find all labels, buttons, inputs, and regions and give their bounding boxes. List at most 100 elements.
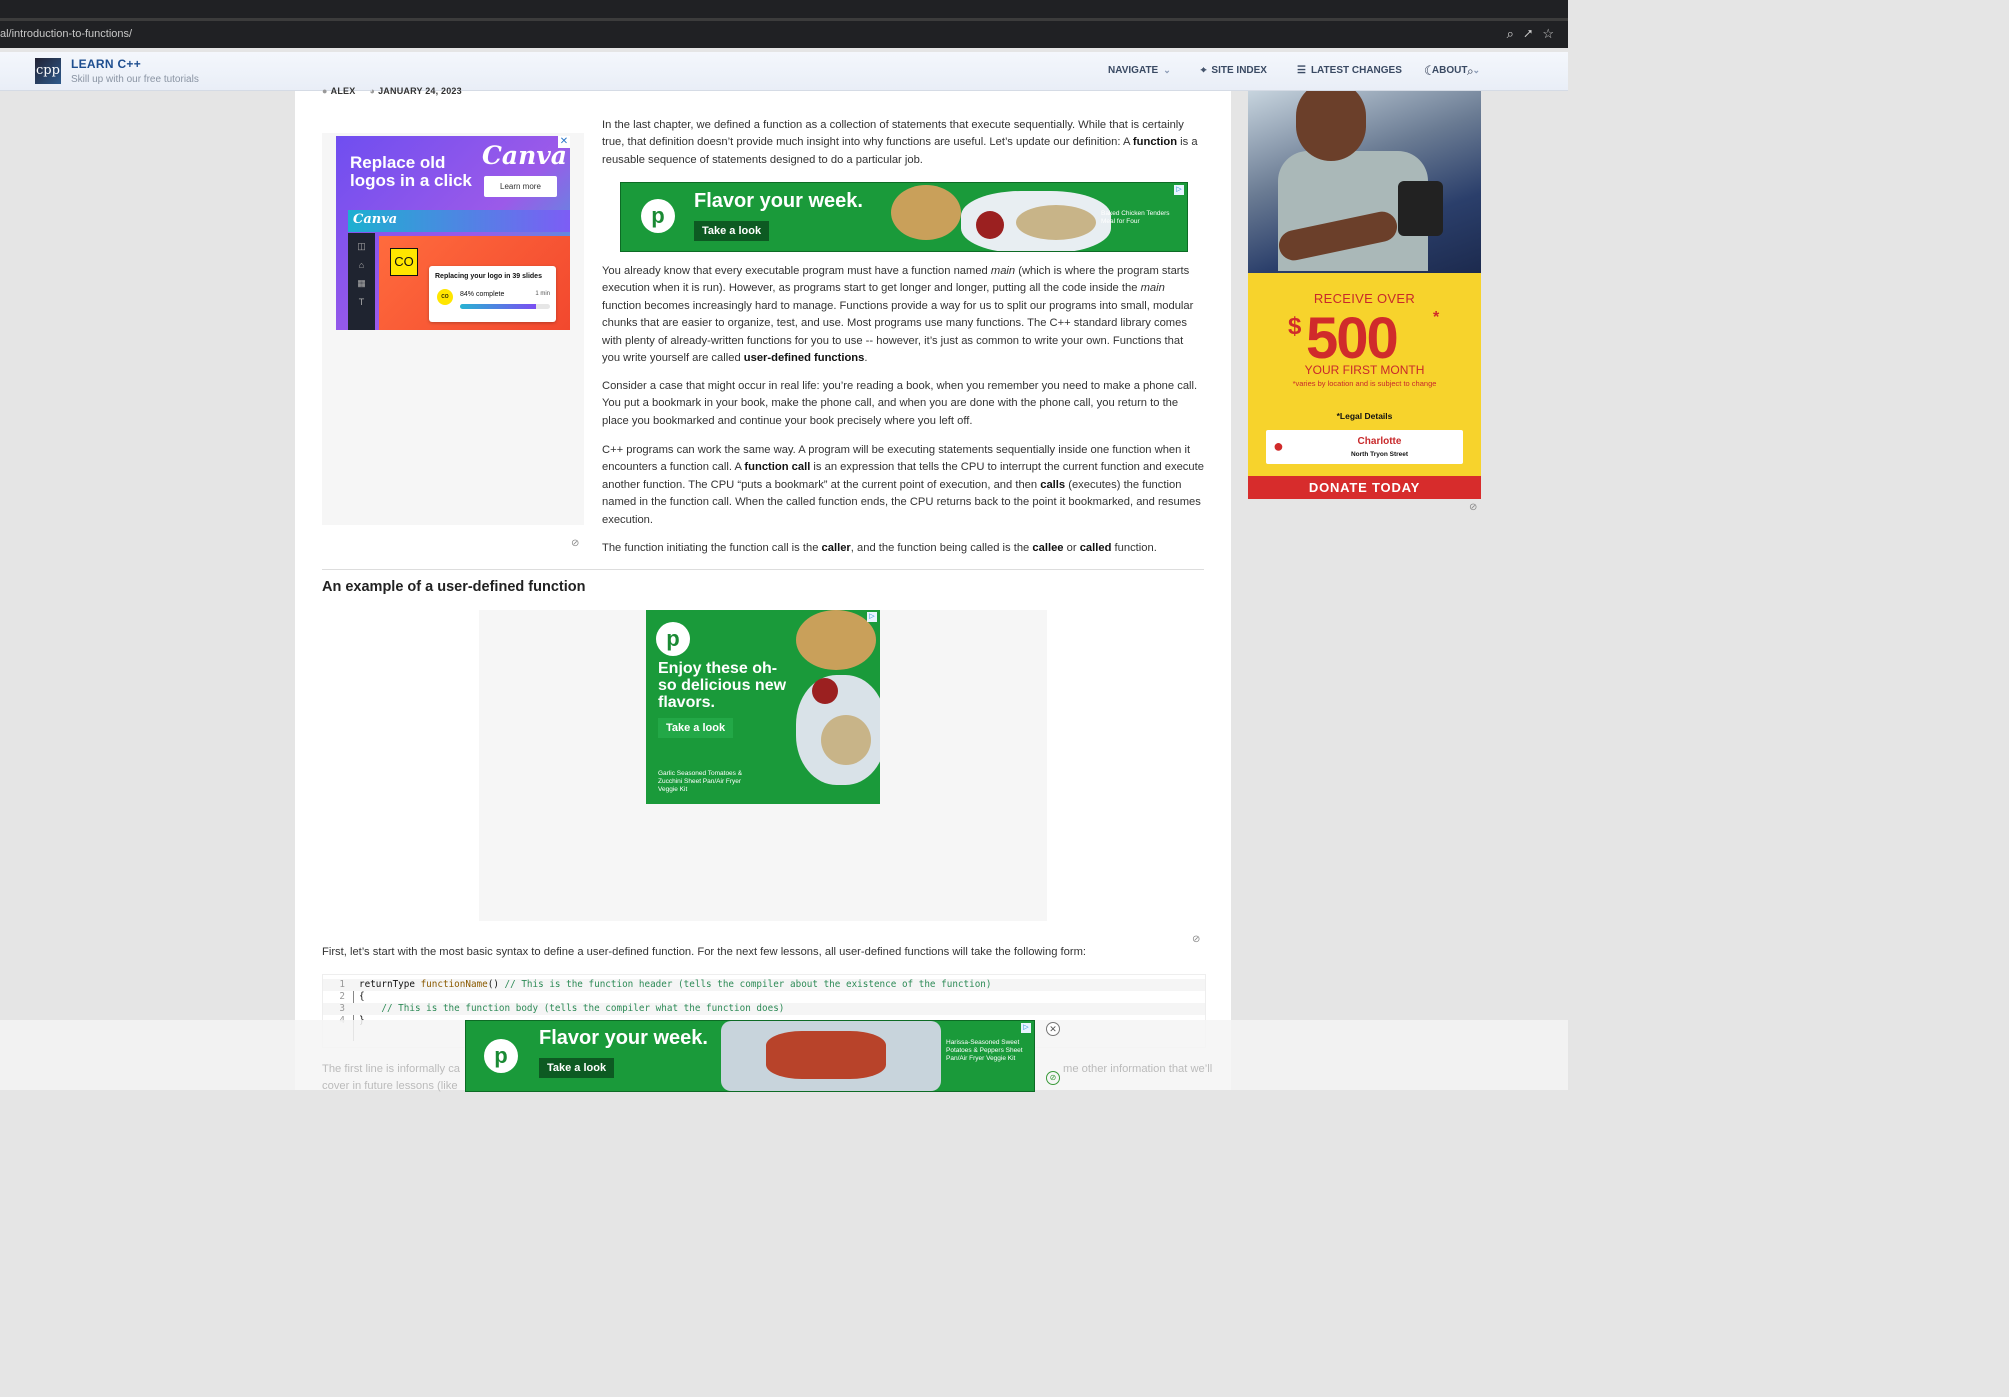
nav-navigate[interactable]: NAVIGATE ⌄: [1108, 65, 1171, 76]
post-date: ◕ JANUARY 24, 2023: [369, 86, 461, 96]
food-image: [766, 1031, 886, 1079]
close-icon[interactable]: ✕: [1046, 1022, 1060, 1036]
template-icon: ◫: [357, 241, 366, 251]
text-icon: T: [358, 297, 365, 307]
canva-co-logo: CO: [390, 248, 418, 276]
publix-banner-caption: Baked Chicken Tenders Meal for Four: [1101, 210, 1170, 225]
paragraph-2: You already know that every executable p…: [602, 265, 1194, 365]
nav-latest-changes[interactable]: ☰ LATEST CHANGES: [1297, 65, 1402, 76]
canva-ad[interactable]: Replace old logos in a click Canva Learn…: [336, 136, 570, 330]
food-image: [891, 185, 961, 240]
user-icon: ●: [322, 86, 328, 96]
publix-sticky-button[interactable]: Take a look: [539, 1058, 615, 1078]
donate-ad[interactable]: RECEIVE OVER $ 500 * YOUR FIRST MONTH *v…: [1248, 91, 1481, 499]
photo-shape: [1398, 181, 1443, 236]
faded-paragraph-right: me other information that we’ll: [1063, 1063, 1213, 1075]
canva-time: 1 min: [535, 291, 550, 297]
ad-close-icon[interactable]: ✕: [558, 136, 570, 148]
canva-card-logo-icon: co: [437, 289, 453, 305]
section-heading: An example of a user-defined function: [322, 579, 586, 595]
site-header: cpp LEARN C++ Skill up with our free tut…: [0, 52, 1568, 91]
publix-sticky-ad[interactable]: p Flavor your week. Take a look Harissa-…: [465, 1020, 1035, 1092]
publix-banner-ad[interactable]: p Flavor your week. Take a look Baked Ch…: [620, 182, 1188, 252]
canva-card-title: Replacing your logo in 39 slides: [435, 273, 542, 280]
nav-site-index-label: SITE INDEX: [1211, 65, 1267, 76]
ad-choices-icon[interactable]: ▷: [1021, 1023, 1031, 1033]
donate-location[interactable]: ● Charlotte North Tryon Street: [1266, 430, 1463, 464]
paragraph-5: The function initiating the function cal…: [602, 542, 1157, 554]
search-icon[interactable]: ⌕: [1507, 26, 1514, 42]
section-divider: [322, 569, 1204, 570]
site-brand[interactable]: LEARN C++: [71, 57, 141, 71]
publix-logo-icon: p: [641, 199, 675, 233]
code-line: 2{: [339, 991, 365, 1002]
publix-tall-ad[interactable]: p Enjoy these oh-so delicious new flavor…: [646, 610, 880, 804]
nav-navigate-label: NAVIGATE: [1108, 65, 1159, 76]
donate-legal-link[interactable]: *Legal Details: [1248, 411, 1481, 421]
donate-button[interactable]: DONATE TODAY: [1248, 476, 1481, 499]
canva-progress-fill: [460, 304, 536, 309]
paragraph-4: C++ programs can work the same way. A pr…: [602, 444, 1204, 526]
nav-latest-changes-label: LATEST CHANGES: [1310, 65, 1402, 76]
code-line: 1 returnType functionName() // This is th…: [323, 979, 1205, 991]
elements-icon: ▦: [357, 278, 366, 288]
canva-progress-bar: [460, 304, 550, 309]
canva-sidebar: ◫ ⌂ ▦ T: [348, 233, 375, 330]
ad-info-icon[interactable]: ⊘: [1046, 1071, 1060, 1085]
post-date-text: JANUARY 24, 2023: [378, 86, 462, 96]
address-bar[interactable]: al/introduction-to-functions/ ⌕ ⭧ ☆: [0, 21, 1568, 48]
article-content: ● ALEX ◕ JANUARY 24, 2023 Replace old logo…: [295, 86, 1231, 1090]
food-image: [1016, 205, 1096, 240]
site-tagline: Skill up with our free tutorials: [71, 74, 199, 85]
site-search-icon[interactable]: ⌕: [1467, 64, 1474, 79]
star-icon[interactable]: ☆: [1542, 26, 1554, 42]
ad-slot-left: Replace old logos in a click Canva Learn…: [322, 133, 584, 525]
donate-first-month: YOUR FIRST MONTH: [1304, 363, 1425, 377]
code-line: 3 // This is the function body (tells th…: [323, 1003, 1205, 1015]
list-icon: ☰: [1296, 65, 1306, 76]
publix-banner-title: Flavor your week.: [694, 190, 863, 212]
article-meta: ● ALEX ◕ JANUARY 24, 2023: [322, 86, 462, 96]
url-text[interactable]: al/introduction-to-functions/: [0, 28, 132, 40]
canva-wordmark: Canva: [353, 212, 398, 227]
ad-choices-icon[interactable]: ▷: [867, 612, 877, 622]
site-logo[interactable]: cpp: [35, 58, 61, 84]
location-pin-icon: ●: [1273, 436, 1284, 456]
author-name[interactable]: ALEX: [331, 86, 356, 96]
food-image: [821, 715, 871, 765]
canva-progress-card: Replacing your logo in 39 slides co 84% …: [429, 266, 556, 322]
share-icon[interactable]: ⭧: [1524, 26, 1532, 42]
intro-line: First, let’s start with the most basic s…: [322, 946, 1087, 958]
publix-tall-button[interactable]: Take a look: [658, 718, 734, 738]
paragraph-3: Consider a case that might occur in real…: [602, 380, 1198, 427]
ad-info-icon[interactable]: ⊘: [571, 538, 579, 549]
publix-logo-icon: p: [484, 1039, 518, 1073]
brand-icon: ⌂: [358, 260, 365, 270]
author: ● ALEX: [322, 86, 355, 96]
donate-receive-text: RECEIVE OVER: [1313, 291, 1416, 306]
crosshair-icon: ⌖: [1200, 65, 1207, 76]
donate-disclaimer: *varies by location and is subject to ch…: [1292, 379, 1437, 388]
canva-logo: Canva: [482, 141, 567, 170]
ad-info-icon[interactable]: ⊘: [1469, 502, 1477, 513]
dark-mode-toggle-icon[interactable]: ☾: [1424, 63, 1436, 79]
publix-banner-button[interactable]: Take a look: [694, 221, 770, 241]
donate-city: Charlotte: [1357, 436, 1402, 447]
food-image: [812, 678, 838, 704]
food-image: [976, 211, 1004, 239]
clock-icon: ◕: [369, 86, 376, 96]
donor-photo: [1248, 91, 1481, 273]
publix-logo-icon: p: [656, 622, 690, 656]
publix-tall-title: Enjoy these oh-so delicious new flavors.: [658, 660, 787, 711]
canva-progress-label: 84% complete: [460, 291, 505, 298]
donate-dollar: $: [1288, 313, 1302, 340]
nav-site-index[interactable]: ⌖ SITE INDEX: [1201, 65, 1267, 76]
photo-shape: [1296, 91, 1366, 161]
canva-headline: Replace old logos in a click: [350, 153, 472, 190]
ad-choices-icon[interactable]: ▷: [1174, 185, 1184, 195]
paragraph-1: In the last chapter, we defined a functi…: [602, 119, 1198, 166]
canva-learn-more-button[interactable]: Learn more: [484, 176, 557, 197]
food-image: [796, 610, 876, 670]
publix-sticky-title: Flavor your week.: [539, 1027, 708, 1049]
donate-street: North Tryon Street: [1350, 451, 1409, 458]
